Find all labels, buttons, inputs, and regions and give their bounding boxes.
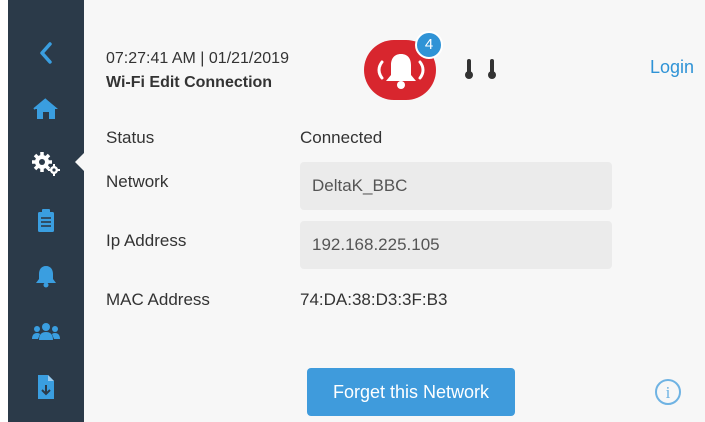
settings-gears-icon[interactable] bbox=[8, 148, 84, 180]
active-item-indicator bbox=[75, 150, 87, 174]
back-chevron-icon[interactable] bbox=[8, 38, 84, 68]
page-title: Wi-Fi Edit Connection bbox=[106, 74, 273, 91]
thermometer-icon bbox=[465, 59, 473, 79]
status-label: Status bbox=[106, 128, 155, 147]
mac-address-label: MAC Address bbox=[106, 290, 210, 309]
clipboard-icon[interactable] bbox=[8, 205, 84, 237]
info-icon[interactable]: i bbox=[655, 379, 681, 405]
forget-network-button[interactable]: Forget this Network bbox=[307, 368, 515, 416]
status-value: Connected bbox=[300, 128, 383, 147]
network-field[interactable]: DeltaK_BBC bbox=[300, 162, 612, 210]
datetime-display: 07:27:41 AM | 01/21/2019 bbox=[106, 50, 289, 67]
ip-address-label: Ip Address bbox=[106, 231, 187, 250]
mac-address-value: 74:DA:38:D3:3F:B3 bbox=[300, 290, 448, 309]
ip-address-field[interactable]: 192.168.225.105 bbox=[300, 221, 612, 269]
thermometer-icon bbox=[488, 59, 496, 79]
users-icon[interactable] bbox=[8, 318, 84, 346]
alarm-count-badge: 4 bbox=[415, 31, 443, 59]
home-icon[interactable] bbox=[8, 93, 84, 125]
sidebar bbox=[8, 0, 84, 422]
left-edge bbox=[0, 0, 8, 422]
network-label: Network bbox=[106, 172, 169, 191]
file-download-icon[interactable] bbox=[8, 370, 84, 404]
login-link[interactable]: Login bbox=[650, 57, 694, 78]
bell-icon[interactable] bbox=[8, 260, 84, 292]
